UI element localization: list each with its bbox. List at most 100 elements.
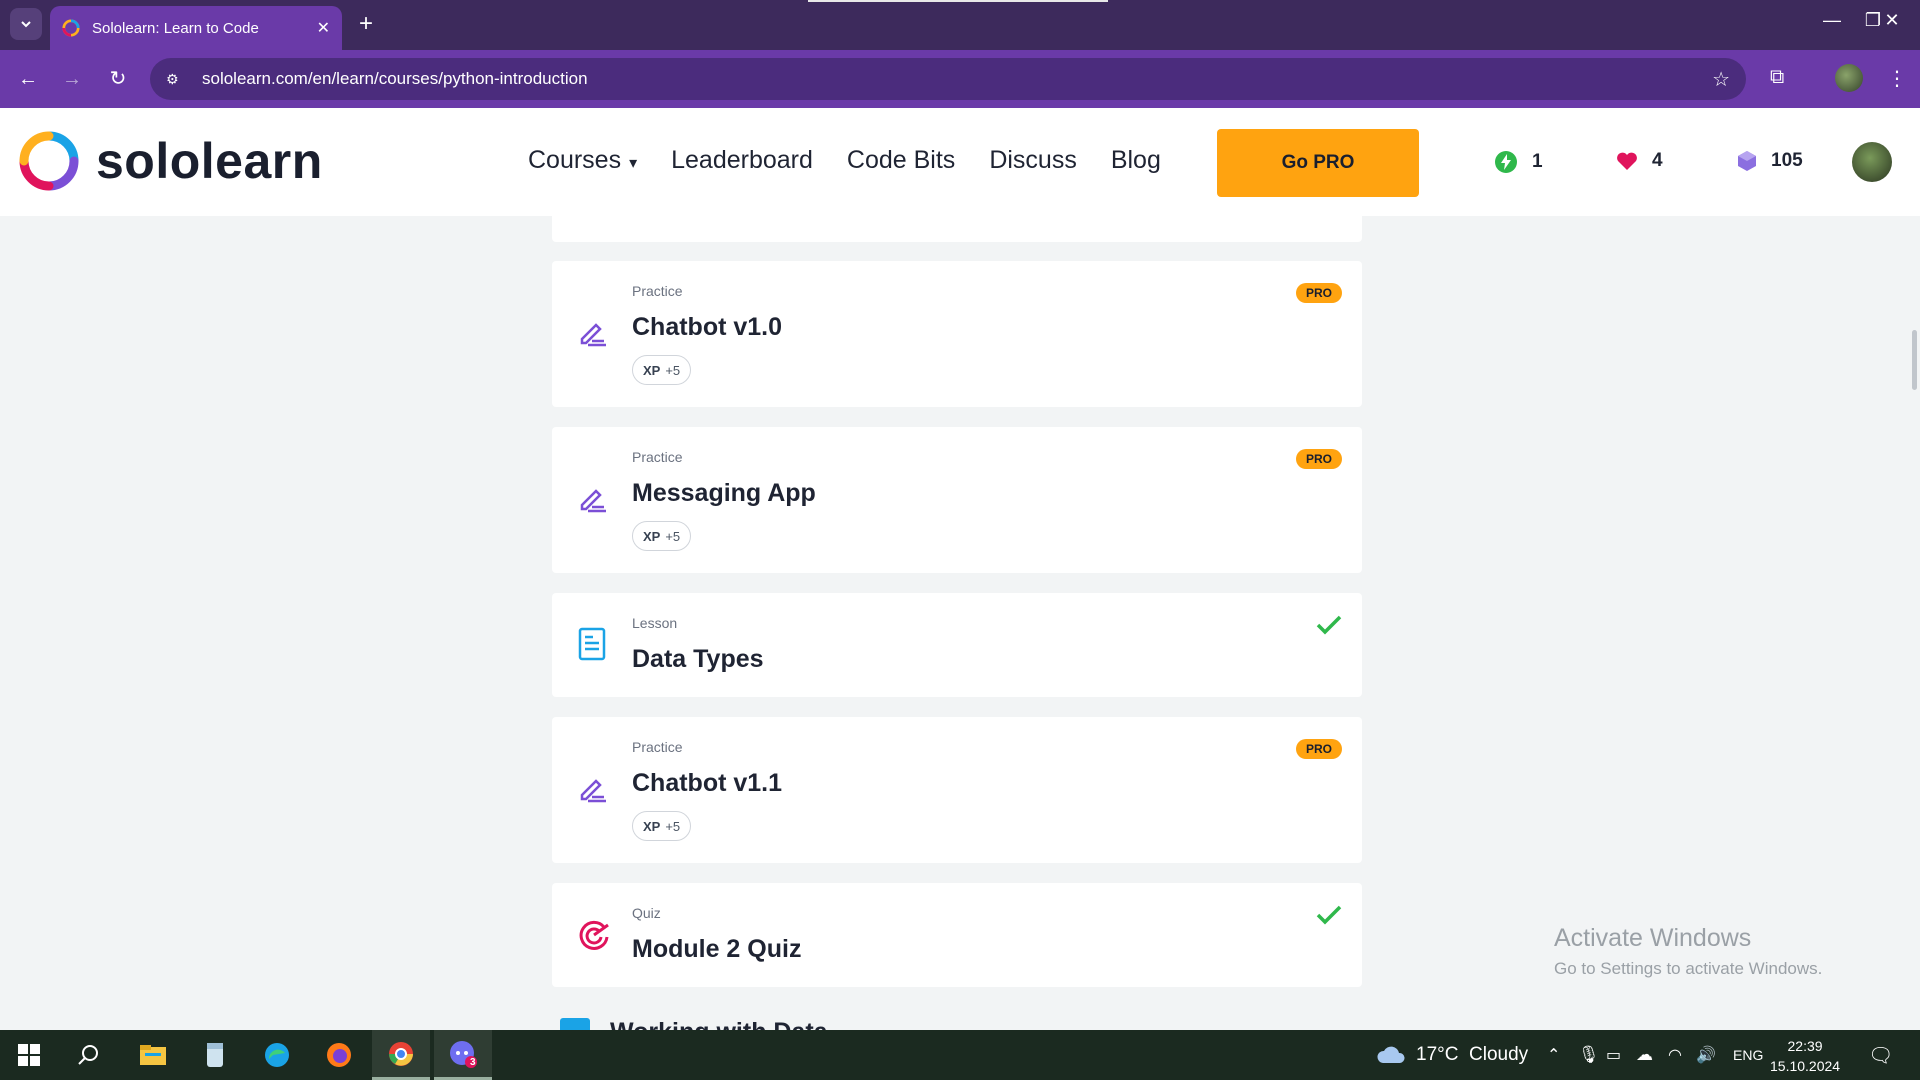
pro-badge: PRO <box>1296 739 1342 759</box>
forward-icon[interactable]: → <box>59 66 85 92</box>
lesson-icon <box>578 627 606 661</box>
discord-icon[interactable]: 3 <box>434 1030 492 1080</box>
browser-tab-active[interactable]: Sololearn: Learn to Code ✕ <box>50 6 342 50</box>
previous-card-bottom <box>552 216 1362 242</box>
nav-courses[interactable]: Courses ▾ <box>528 146 637 175</box>
xp-badge: XP +5 <box>632 355 692 385</box>
extensions-icon[interactable]: ⧉ <box>1770 66 1784 89</box>
pencil-icon <box>580 779 606 803</box>
brand-name: sololearn <box>96 133 323 189</box>
system-clock[interactable]: 22:39 15.10.2024 <box>1770 1036 1840 1076</box>
hearts-value: 4 <box>1652 150 1663 171</box>
reload-icon[interactable]: ↻ <box>105 66 131 92</box>
course-item-card[interactable]: Practice Messaging App XP +5 PRO <box>552 427 1362 573</box>
item-type: Practice <box>632 449 683 465</box>
notification-center-icon[interactable]: 🗨 <box>1868 1030 1893 1080</box>
address-bar[interactable]: ⚙ sololearn.com/en/learn/courses/python-… <box>150 58 1746 100</box>
pencil-icon <box>580 489 606 513</box>
lightning-icon <box>1495 151 1517 173</box>
site-settings-icon[interactable]: ⚙ <box>166 71 188 88</box>
close-window-icon[interactable]: ✕ <box>1872 10 1912 31</box>
notes-app-icon[interactable] <box>186 1030 244 1080</box>
item-title: Chatbot v1.1 <box>632 769 783 797</box>
page-scrollbar[interactable] <box>1912 330 1917 390</box>
menu-kebab-icon[interactable]: ⋮ <box>1887 66 1907 91</box>
windows-taskbar: 3 17°C Cloudy ⌃ 🎙 ▭ ☁ ◠ 🔊 ENG 22:39 15.1… <box>0 1030 1920 1080</box>
course-item-card[interactable]: Practice Chatbot v1.1 XP +5 PRO <box>552 717 1362 863</box>
browser-tab-bar: Sololearn: Learn to Code ✕ + — ❐ ✕ <box>0 0 1920 50</box>
language-indicator[interactable]: ENG <box>1733 1030 1763 1080</box>
xp-badge: XP +5 <box>632 521 692 551</box>
browser-toolbar: ← → ↻ ⚙ sololearn.com/en/learn/courses/p… <box>0 50 1920 108</box>
heart-icon <box>1617 152 1637 170</box>
bookmark-star-icon[interactable]: ☆ <box>1712 67 1730 92</box>
microphone-icon[interactable]: 🎙 <box>1578 1030 1600 1080</box>
xp-label: XP <box>643 362 661 378</box>
streak-value: 1 <box>1532 151 1543 172</box>
battery-icon[interactable]: ▭ <box>1606 1030 1621 1080</box>
item-title: Data Types <box>632 645 764 673</box>
item-type: Practice <box>632 283 683 299</box>
sololearn-logo[interactable]: sololearn <box>18 130 323 192</box>
item-type: Quiz <box>632 905 661 921</box>
chevron-down-icon <box>21 21 31 28</box>
tab-search-button[interactable] <box>10 8 42 40</box>
discord-notification-count: 3 <box>470 1057 476 1068</box>
show-hidden-icons-icon[interactable]: ⌃ <box>1547 1030 1560 1080</box>
bits-value: 105 <box>1771 150 1803 171</box>
sololearn-logo-icon <box>19 131 79 191</box>
clock-date: 15.10.2024 <box>1770 1058 1841 1074</box>
file-explorer-icon[interactable] <box>124 1030 182 1080</box>
nav-discuss[interactable]: Discuss <box>989 146 1077 175</box>
edge-browser-icon[interactable] <box>248 1030 306 1080</box>
watermark-subtitle: Go to Settings to activate Windows. <box>1554 959 1823 978</box>
checkmark-icon <box>1316 905 1342 925</box>
streak-counter[interactable]: 1 <box>1494 150 1543 174</box>
xp-label: XP <box>643 528 661 544</box>
checkmark-icon <box>1316 615 1342 635</box>
minimize-icon[interactable]: — <box>1812 10 1852 31</box>
nav-courses-label: Courses <box>528 146 622 174</box>
weather-text: 17°C Cloudy <box>1416 1044 1529 1065</box>
cloud-icon <box>1377 1046 1405 1063</box>
course-item-card[interactable]: Practice Chatbot v1.0 XP +5 PRO <box>552 261 1362 407</box>
profile-avatar[interactable] <box>1835 64 1863 92</box>
close-tab-icon[interactable]: ✕ <box>317 18 330 38</box>
pro-badge: PRO <box>1296 449 1342 469</box>
search-icon[interactable] <box>60 1030 118 1080</box>
chrome-icon[interactable] <box>372 1030 430 1080</box>
pencil-icon <box>580 323 606 347</box>
item-title: Messaging App <box>632 479 816 507</box>
volume-icon[interactable]: 🔊 <box>1696 1030 1716 1080</box>
new-tab-button[interactable]: + <box>352 10 380 38</box>
main-nav: Courses ▾ Leaderboard Code Bits Discuss B… <box>528 146 1161 175</box>
weather-widget[interactable]: 17°C Cloudy <box>1376 1030 1528 1080</box>
course-item-card[interactable]: Lesson Data Types <box>552 593 1362 697</box>
nav-blog[interactable]: Blog <box>1111 146 1161 175</box>
chevron-down-icon: ▾ <box>629 155 638 172</box>
windows-start-icon[interactable] <box>0 1030 58 1080</box>
firefox-icon[interactable] <box>310 1030 368 1080</box>
bits-counter[interactable]: 105 <box>1737 150 1803 172</box>
onedrive-cloud-icon[interactable]: ☁ <box>1636 1030 1653 1080</box>
xp-badge: XP +5 <box>632 811 692 841</box>
xp-value: +5 <box>665 528 681 544</box>
activate-windows-watermark: Activate Windows Go to Settings to activ… <box>1554 924 1822 979</box>
module-title: Working with Data <box>610 1018 828 1030</box>
go-pro-button[interactable]: Go PRO <box>1217 129 1419 197</box>
next-module-header[interactable]: Working with Data <box>560 1018 920 1030</box>
pro-badge: PRO <box>1296 283 1342 303</box>
nav-leaderboard[interactable]: Leaderboard <box>671 146 813 175</box>
back-icon[interactable]: ← <box>15 66 41 92</box>
loading-indicator <box>808 0 1108 2</box>
watermark-title: Activate Windows <box>1554 924 1752 952</box>
nav-code-bits[interactable]: Code Bits <box>847 146 955 175</box>
clock-time: 22:39 <box>1787 1038 1823 1054</box>
xp-label: XP <box>643 818 661 834</box>
item-type: Practice <box>632 739 683 755</box>
course-item-card[interactable]: Quiz Module 2 Quiz <box>552 883 1362 987</box>
target-icon <box>579 920 609 950</box>
hearts-counter[interactable]: 4 <box>1616 150 1663 172</box>
user-avatar[interactable] <box>1852 142 1892 182</box>
wifi-icon[interactable]: ◠ <box>1668 1030 1682 1080</box>
